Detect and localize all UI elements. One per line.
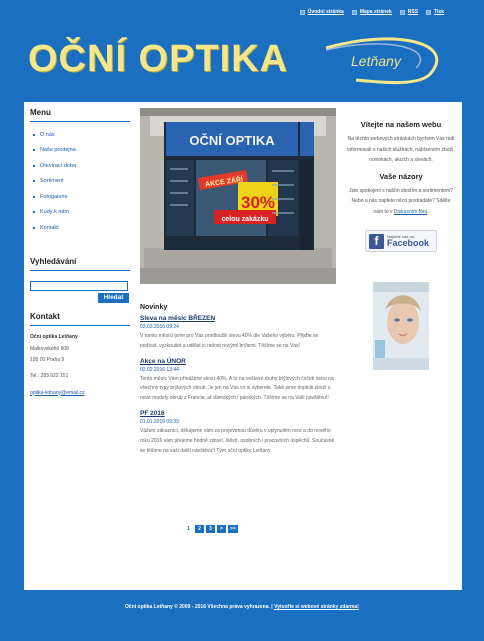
contact-block: Oční optika Letňany Malkovského 608 199 … [30,332,130,399]
next-page-button[interactable]: > [217,525,226,533]
toplink-rss[interactable]: RSS [399,9,419,15]
news-item: Akce na ÚNOR 02.02.2016 13:44 Tento měsí… [140,358,336,404]
news-item: PF 2016 01.01.2016 09:39 Vážení zákazníc… [140,410,336,456]
facebook-label: Najdete nás na Facebook [387,234,430,248]
toplink-label: RSS [407,9,419,15]
menu-item[interactable]: Otevírací doba [30,158,130,174]
shop-photo: OČNÍ OPTIKA AKCE ZÁŘÍ 30% celou zakázku [140,108,336,284]
bullet-icon [33,195,35,198]
bullet-icon [33,149,35,152]
top-links: Úvodní stránka Mapa stránek RSS Tisk [299,9,444,15]
page-2[interactable]: 2 [195,525,204,533]
sitemap-icon [351,9,357,15]
toplink-home[interactable]: Úvodní stránka [299,9,344,15]
opinions-text: Jste spokojeni s naším zbožím a sortimen… [346,186,456,218]
news-item: Sleva na měsíc BŘEZEN 03.03.2016 09:24 V… [140,315,336,352]
contact-name: Oční optika Letňany [30,333,78,340]
news-text: Tento měsíc Vám přinášíme slevu 40%. A t… [140,375,334,402]
welcome-text: Na těchto webových stránkách bychom Vás … [347,136,455,163]
news-heading: Novinky [140,304,168,311]
menu-item-label: Kontakt [40,224,59,231]
main-menu: O nás Naše prodejna Otevírací doba Sorti… [30,127,130,236]
menu-item-label: Sortiment [40,178,64,185]
contact-heading: Kontakt [30,312,130,326]
bullet-icon [33,133,35,136]
toplink-sitemap[interactable]: Mapa stránek [351,9,392,15]
logo-main-text: OČNÍ OPTIKA [28,38,289,80]
news-text: V tomto měsíci jsme pro Vás prodloužili … [140,333,319,349]
menu-heading: Menu [30,108,130,122]
menu-item[interactable]: Fotogalerie [30,189,130,205]
bullet-icon [33,226,35,229]
bullet-icon [33,164,35,167]
news-date: 01.01.2016 09:39 [140,418,179,425]
news-title-link[interactable]: PF 2016 [140,410,336,417]
opinions-heading: Vaše názory [379,171,423,181]
bullet-icon [33,211,35,214]
news-date: 03.03.2016 09:24 [140,324,179,330]
page-1[interactable]: 1 [184,525,193,533]
welcome-heading: Vítejte na našem webu [360,120,442,129]
menu-item-label: Naše prodejna [40,147,76,154]
news-text: Vážení zákazníci, děkujeme vám za projev… [140,427,335,454]
footer-copyright: Oční optika Letňany © 2009 - 2016 Všechn… [125,604,270,610]
menu-item[interactable]: O nás [30,127,130,143]
facebook-icon: f [369,233,384,249]
search-button[interactable]: Hledat [98,292,129,303]
contact-email-link[interactable]: optika-letnany@email.cz [30,388,130,399]
advertisement-image[interactable] [373,282,429,370]
news-title-link[interactable]: Sleva na měsíc BŘEZEN [140,315,336,322]
shop-sign: OČNÍ OPTIKA [189,133,275,148]
news-date: 02.02.2016 13:44 [140,366,179,373]
pagination: 1 2 3 > >> [184,525,238,533]
facebook-big-text: Facebook [387,237,430,248]
menu-item[interactable]: Kudy k nám [30,205,130,221]
toplink-print[interactable]: Tisk [426,9,444,15]
menu-item-label: Otevírací doba [40,162,77,169]
footer: Oční optika Letňany © 2009 - 2016 Všechn… [0,604,484,610]
contact-street: Malkovského 608 [30,346,69,352]
news-title-link[interactable]: Akce na ÚNOR [140,358,336,365]
bullet-icon [33,180,35,183]
site-logo[interactable]: OČNÍ OPTIKA Letňany [26,28,446,88]
contact-phone: Tel.: 283 922 151 [30,373,69,379]
menu-item-label: Fotogalerie [40,193,68,200]
logo-sub-text: Letňany [351,53,401,69]
search-heading: Vyhledávání [30,257,130,271]
page-3[interactable]: 3 [206,525,215,533]
left-sidebar: Menu O nás Naše prodejna Otevírací doba … [30,102,130,398]
rss-icon [399,9,405,15]
right-sidebar: Vítejte na našem webu Na těchto webových… [346,120,456,370]
menu-item-label: Kudy k nám [40,209,70,216]
last-page-button[interactable]: >> [228,525,238,533]
poster-bottom-text: celou zakázku [221,216,268,223]
contact-city: 199 00 Praha 9 [30,356,65,363]
poster-percent: 30% [241,193,275,212]
main-column: OČNÍ OPTIKA AKCE ZÁŘÍ 30% celou zakázku … [140,108,336,456]
toplink-label: Mapa stránek [359,9,392,15]
footer-create-site-link[interactable]: Vytvořte si webové stránky zdarma! [274,604,359,610]
search-input[interactable] [30,280,128,291]
menu-item[interactable]: Kontakt [30,220,130,236]
content-panel: Menu O nás Naše prodejna Otevírací doba … [24,102,462,590]
menu-item[interactable]: Naše prodejna [30,143,130,159]
toplink-label: Úvodní stránka [307,9,344,15]
menu-item-label: O nás [40,131,55,138]
print-icon [426,9,432,15]
forum-link[interactable]: Diskusním fóru [394,209,427,215]
opinions-end: . [427,208,429,215]
toplink-label: Tisk [434,9,444,15]
menu-item[interactable]: Sortiment [30,174,130,190]
facebook-button[interactable]: f Najdete nás na Facebook [365,230,437,252]
home-icon [299,9,305,15]
